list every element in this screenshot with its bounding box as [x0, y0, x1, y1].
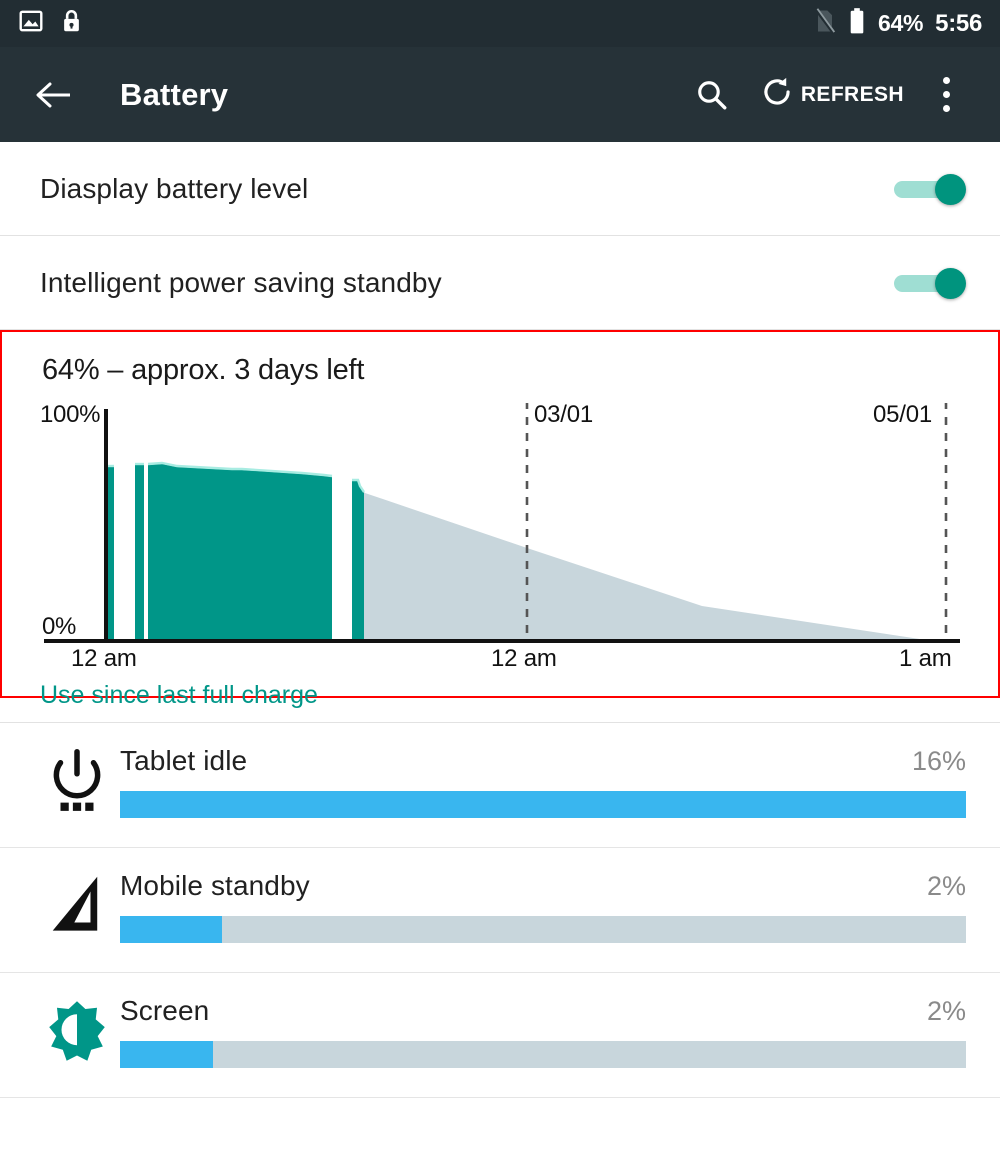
x-axis-tick-3: 1 am	[899, 645, 952, 672]
refresh-icon	[761, 76, 793, 113]
battery-chart-plot[interactable]: 100% 0% 03/01 05/01 12 am 12 am 1 am	[2, 401, 998, 672]
app-bar: Battery REFRESH	[0, 47, 1000, 142]
more-options-icon[interactable]	[918, 64, 974, 126]
x-axis-tick-2: 12 am	[491, 645, 557, 672]
usage-row-screen[interactable]: Screen 2%	[0, 973, 1000, 1098]
chart-annotation-date-1: 03/01	[534, 401, 594, 428]
usage-header: Screen 2%	[120, 995, 966, 1027]
toggle-knob	[935, 173, 966, 205]
toggle-knob	[935, 267, 966, 299]
back-arrow-icon[interactable]	[34, 80, 74, 110]
status-bar: 64% 5:56	[0, 0, 1000, 47]
refresh-label: REFRESH	[800, 82, 904, 106]
battery-icon	[848, 7, 866, 40]
usage-name: Tablet idle	[120, 745, 248, 776]
status-clock: 5:56	[935, 9, 982, 37]
setting-label: Diasplay battery level	[40, 172, 309, 204]
usage-bar-track	[120, 791, 966, 818]
battery-chart-card: 64% – approx. 3 days left 100% 0% 03/01 …	[0, 330, 1000, 709]
y-axis-label-top: 100%	[40, 401, 101, 428]
status-bar-right-icons: 64% 5:56	[814, 7, 982, 40]
page-title: Battery	[120, 76, 229, 112]
chart-series-past-usage	[108, 464, 364, 643]
usage-row-mobile-standby[interactable]: Mobile standby 2%	[0, 848, 1000, 973]
usage-percent: 2%	[926, 996, 966, 1026]
setting-label: Intelligent power saving standby	[40, 266, 442, 298]
status-bar-left-icons	[18, 8, 83, 39]
no-sim-icon	[814, 7, 836, 40]
usage-body: Mobile standby 2%	[114, 870, 966, 943]
battery-chart-svg	[44, 403, 960, 643]
y-axis-label-bottom: 0%	[42, 613, 77, 640]
chart-annotation-date-2: 05/01	[873, 401, 933, 428]
brightness-icon	[40, 995, 114, 1063]
usage-bar-fill	[120, 1041, 214, 1068]
usage-header: Mobile standby 2%	[120, 870, 966, 902]
usage-percent: 2%	[926, 871, 966, 901]
usage-bar-fill	[120, 791, 966, 818]
usage-row-tablet-idle[interactable]: Tablet idle 16%	[0, 723, 1000, 848]
toggle-intelligent-power-saving[interactable]	[894, 267, 966, 299]
battery-status-headline: 64% – approx. 3 days left	[42, 354, 365, 386]
refresh-button[interactable]: REFRESH	[743, 76, 918, 113]
toggle-display-battery-level[interactable]	[894, 173, 966, 205]
usage-bar-track	[120, 1041, 966, 1068]
lock-icon	[60, 8, 83, 39]
usage-name: Screen	[120, 995, 210, 1026]
usage-name: Mobile standby	[120, 870, 310, 901]
usage-header: Tablet idle 16%	[120, 745, 966, 777]
signal-triangle-icon	[40, 870, 114, 936]
search-icon[interactable]	[681, 64, 743, 126]
usage-body: Screen 2%	[114, 995, 966, 1068]
usage-percent: 16%	[911, 746, 966, 776]
app-bar-actions: REFRESH	[681, 64, 974, 126]
setting-row-intelligent-power-saving[interactable]: Intelligent power saving standby	[0, 236, 1000, 330]
x-axis-tick-1: 12 am	[71, 645, 137, 672]
setting-row-display-battery-level[interactable]: Diasplay battery level	[0, 142, 1000, 236]
usage-bar-fill	[120, 916, 222, 943]
power-idle-icon	[40, 745, 114, 815]
chart-series-projection	[361, 489, 946, 643]
usage-bar-track	[120, 916, 966, 943]
image-icon	[18, 8, 44, 39]
usage-body: Tablet idle 16%	[114, 745, 966, 818]
status-battery-percent: 64%	[878, 10, 924, 36]
